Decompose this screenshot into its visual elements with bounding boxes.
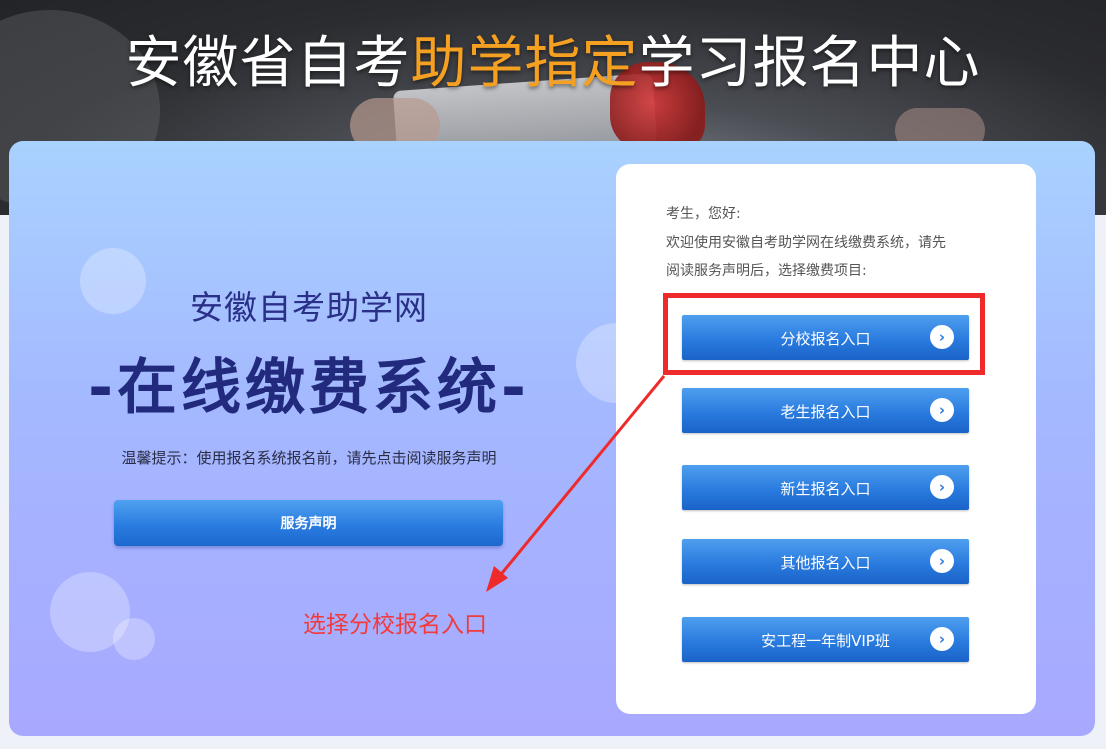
annotation-arrow: [486, 375, 666, 592]
arrow-line: [496, 375, 666, 579]
